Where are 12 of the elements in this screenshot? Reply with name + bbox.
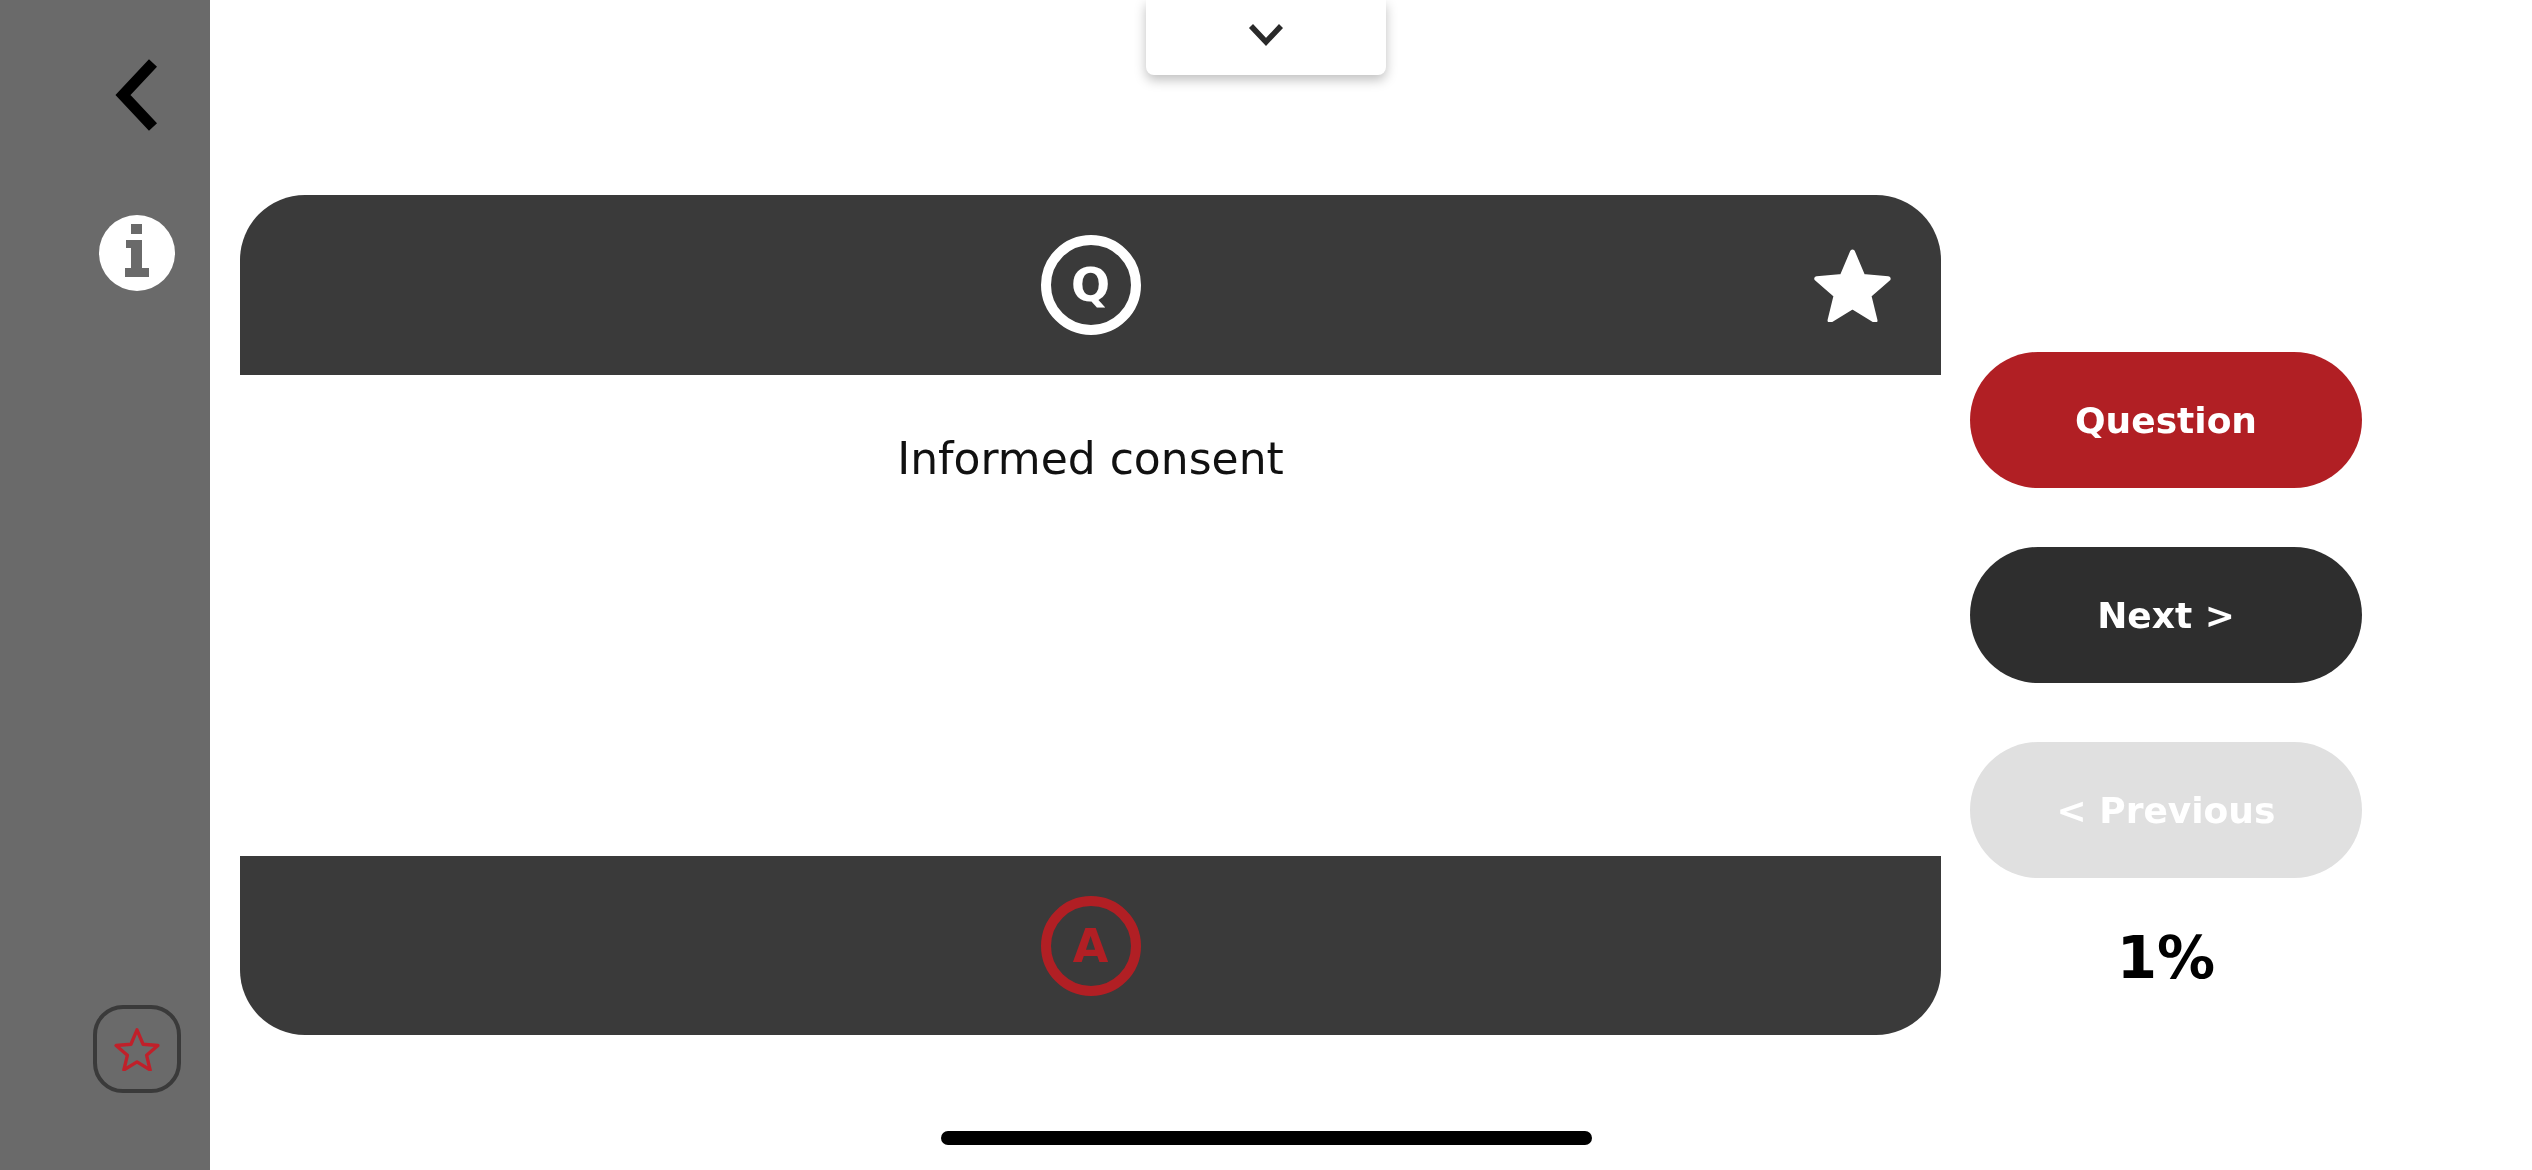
next-button[interactable]: Next > xyxy=(1970,547,2362,683)
favorites-button[interactable] xyxy=(93,1005,181,1093)
star-icon[interactable] xyxy=(1814,248,1891,322)
progress-percent: 1% xyxy=(2116,923,2216,993)
back-icon[interactable] xyxy=(115,59,159,131)
question-button[interactable]: Question xyxy=(1970,352,2362,488)
info-icon[interactable] xyxy=(99,215,175,291)
question-text: Informed consent xyxy=(897,433,1284,485)
question-marker: Q xyxy=(1040,235,1141,335)
chevron-down-icon xyxy=(1248,22,1284,47)
star-outline-icon xyxy=(114,1027,160,1071)
answer-marker: A xyxy=(1040,895,1141,996)
